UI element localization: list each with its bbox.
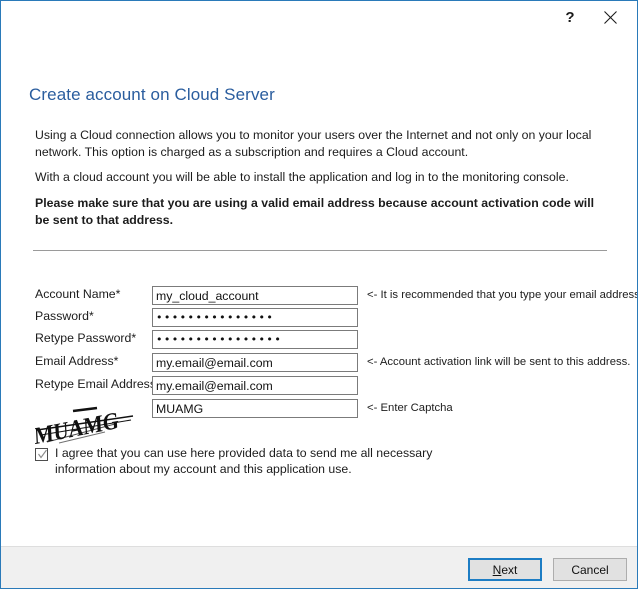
title-bar: ?: [1, 1, 637, 31]
form-row-retype-email-address: Retype Email Address*: [1, 376, 637, 397]
description-paragraph-1: Using a Cloud connection allows you to m…: [35, 127, 605, 160]
next-label-suffix: ext: [501, 563, 517, 577]
checkmark-icon: [37, 449, 48, 460]
form-row-password: Password*: [1, 308, 637, 329]
captcha-hint: <- Enter Captcha: [367, 402, 453, 414]
retype-email-address-label: Retype Email Address*: [35, 377, 161, 391]
account-name-hint: <- It is recommended that you type your …: [367, 289, 638, 301]
section-divider: [33, 250, 607, 251]
retype-password-label: Retype Password*: [35, 331, 136, 345]
close-x-icon: [604, 11, 617, 24]
close-button[interactable]: [593, 4, 627, 30]
form-row-account-name: Account Name* <- It is recommended that …: [1, 286, 637, 307]
dialog-footer: Next Cancel: [1, 546, 637, 588]
captcha-image: MUAMG: [35, 402, 139, 444]
page-title: Create account on Cloud Server: [29, 85, 275, 105]
retype-email-address-input[interactable]: [152, 376, 358, 395]
question-mark-icon: ?: [565, 9, 574, 26]
account-name-input[interactable]: [152, 286, 358, 305]
help-button[interactable]: ?: [553, 4, 587, 30]
next-button[interactable]: Next: [468, 558, 542, 581]
email-address-input[interactable]: [152, 353, 358, 372]
captcha-input[interactable]: [152, 399, 358, 418]
agreement-checkbox[interactable]: [35, 448, 48, 461]
password-label: Password*: [35, 309, 94, 323]
retype-password-input[interactable]: [152, 330, 358, 349]
form-row-email-address: Email Address* <- Account activation lin…: [1, 353, 637, 374]
password-input[interactable]: [152, 308, 358, 327]
form-row-retype-password: Retype Password*: [1, 330, 637, 351]
captcha-distorted-text-icon: MUAMG: [35, 402, 139, 444]
account-name-label: Account Name*: [35, 287, 120, 301]
agreement-label: I agree that you can use here provided d…: [55, 445, 467, 477]
description-paragraph-3: Please make sure that you are using a va…: [35, 195, 605, 228]
email-address-label: Email Address*: [35, 354, 118, 368]
next-button-label: Next: [493, 563, 518, 577]
email-address-hint: <- Account activation link will be sent …: [367, 356, 630, 368]
cancel-button[interactable]: Cancel: [553, 558, 627, 581]
create-account-dialog: ? Create account on Cloud Server Using a…: [0, 0, 638, 589]
description-paragraph-2: With a cloud account you will be able to…: [35, 169, 605, 186]
